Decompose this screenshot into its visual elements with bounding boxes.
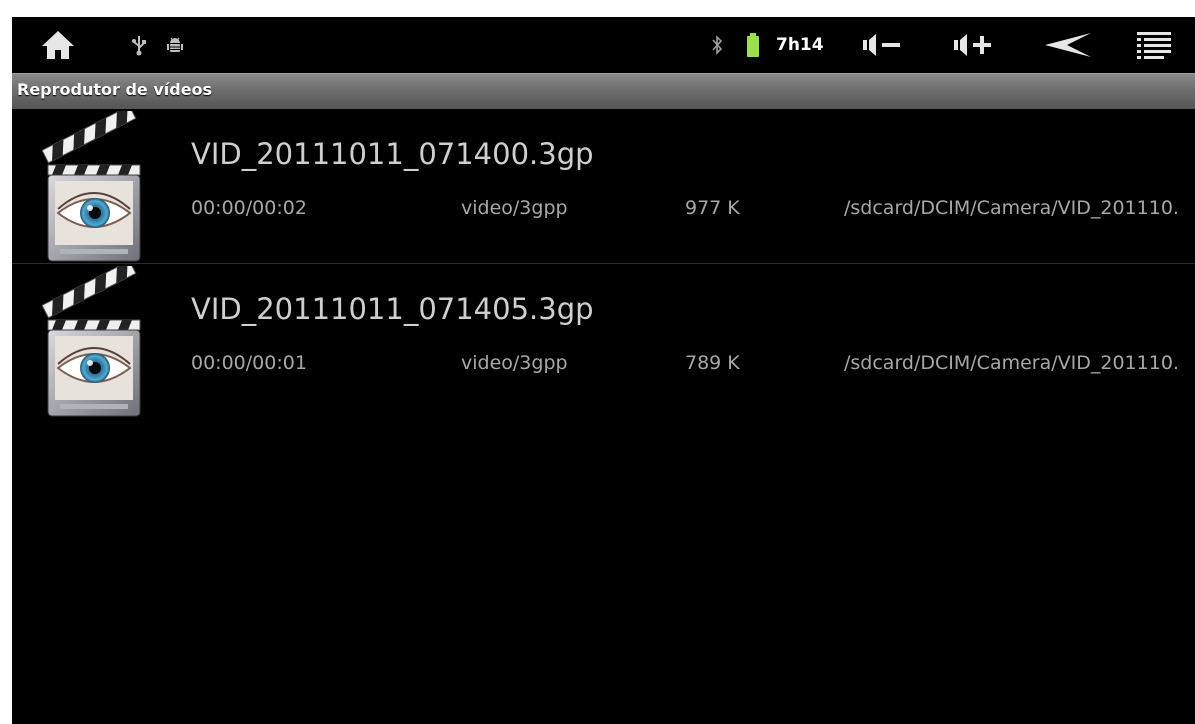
video-clapperboard-icon [42,266,141,417]
video-title: VID_20111011_071405.3gp [191,292,594,326]
home-icon [42,31,74,59]
video-duration: 00:00/00:01 [191,352,307,374]
usb-icon [130,33,148,57]
video-file-path: /sdcard/DCIM/Camera/VID_201110. [844,352,1179,374]
status-bar: 7h14 [12,17,1195,73]
back-icon [1045,33,1091,57]
video-file-size: 977 K [685,197,740,219]
clock: 7h14 [776,35,824,55]
video-mime-type: video/3gpp [461,352,568,374]
video-list-item[interactable]: VID_20111011_071405.3gp 00:00/00:01 vide… [12,264,1195,419]
video-list-item[interactable]: VID_20111011_071400.3gp 00:00/00:02 vide… [12,109,1195,264]
back-button[interactable] [1042,29,1094,61]
volume-up-button[interactable] [950,29,998,61]
video-file-path: /sdcard/DCIM/Camera/VID_201110. [844,197,1179,219]
video-file-size: 789 K [685,352,740,374]
video-title: VID_20111011_071400.3gp [191,137,594,171]
home-button[interactable] [38,27,78,63]
app-title-bar: Reprodutor de vídeos [12,73,1195,109]
video-duration: 00:00/00:02 [191,197,307,219]
app-title: Reprodutor de vídeos [17,80,213,99]
volume-down-icon [863,34,900,56]
android-debug-icon [164,33,186,57]
video-list: VID_20111011_071400.3gp 00:00/00:02 vide… [12,109,1195,419]
bluetooth-icon [708,31,726,59]
battery-icon [745,31,761,59]
menu-button[interactable] [1134,29,1174,61]
volume-down-button[interactable] [860,29,904,61]
tablet-screen: 7h14 Reprodutor de vídeos VID_20111011_0… [12,17,1195,724]
volume-up-icon [954,34,991,56]
video-mime-type: video/3gpp [461,197,568,219]
menu-icon [1137,32,1171,59]
video-clapperboard-icon [42,111,141,262]
